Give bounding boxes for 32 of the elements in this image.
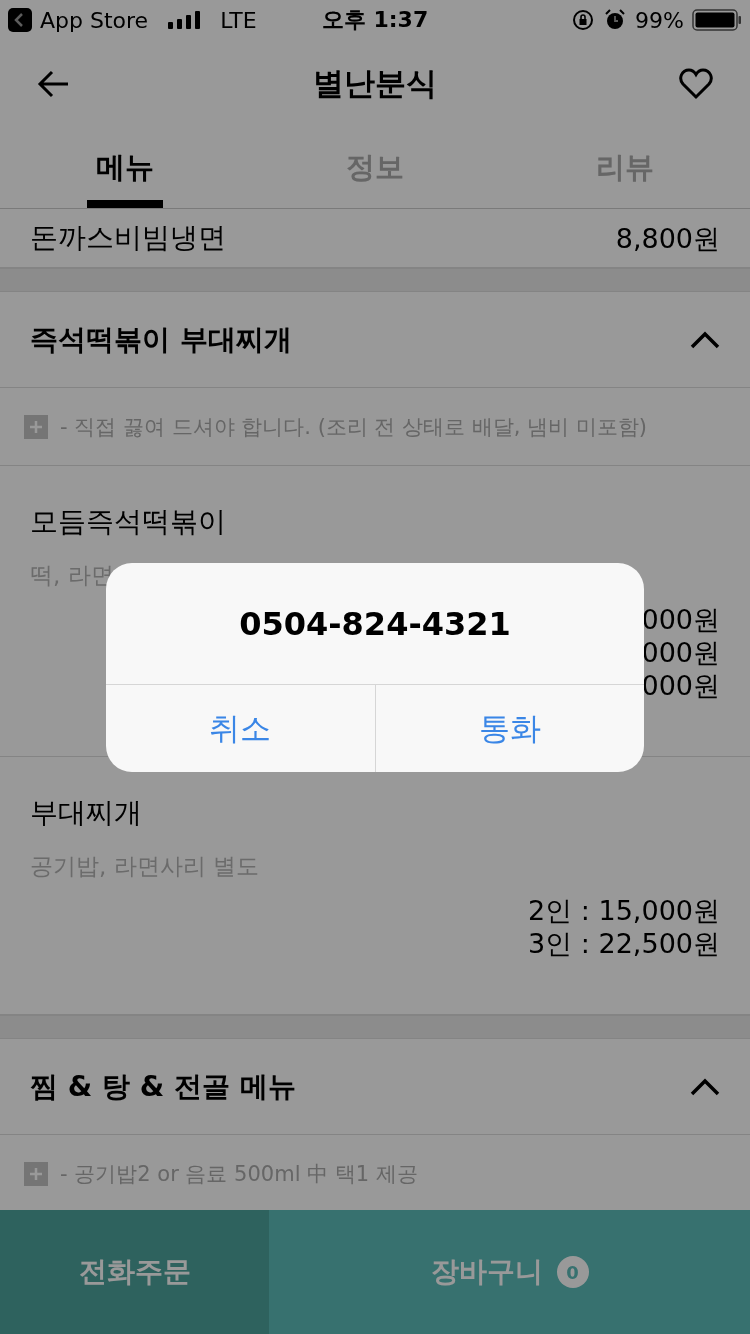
menu-item-price: 000원 bbox=[641, 669, 720, 702]
back-app-icon[interactable] bbox=[8, 8, 32, 32]
section-title: 찜 & 탕 & 전골 메뉴 bbox=[30, 1068, 296, 1105]
dialog-button[interactable]: 취소 bbox=[106, 685, 375, 772]
menu-item-price: 000원 bbox=[641, 603, 720, 636]
dialog-button[interactable]: 통화 bbox=[374, 685, 644, 772]
store-title: 별난분식 bbox=[313, 64, 437, 103]
menu-item-name[interactable]: 돈까스비빔냉면 bbox=[30, 218, 226, 258]
cart-count-badge: 0 bbox=[556, 1256, 589, 1288]
back-app-label[interactable]: App Store bbox=[40, 7, 149, 33]
chevron-up-icon[interactable] bbox=[690, 330, 720, 349]
cart-button[interactable]: 장바구니 0 bbox=[269, 1210, 750, 1334]
signal-icon bbox=[168, 11, 203, 29]
heart-icon[interactable] bbox=[678, 66, 714, 102]
menu-item-price: 3인 : 22,500원 bbox=[528, 927, 720, 960]
menu-item-name[interactable]: 부대찌개 bbox=[30, 793, 720, 833]
menu-item-price: 2인 : 15,000원 bbox=[528, 894, 720, 927]
network-label: LTE bbox=[220, 7, 257, 33]
phone-number: 0504-824-4321 bbox=[239, 604, 511, 643]
chevron-up-icon[interactable] bbox=[690, 1077, 720, 1096]
battery-icon bbox=[692, 9, 742, 31]
battery-percent: 99% bbox=[635, 7, 684, 33]
section-title: 즉석떡볶이 부대찌개 bbox=[30, 321, 292, 358]
phone-order-button[interactable]: 전화주문 bbox=[0, 1210, 269, 1334]
status-time: 오후 1:37 bbox=[321, 6, 429, 34]
plus-icon bbox=[24, 1161, 48, 1186]
menu-item-price: 8,800원 bbox=[615, 221, 720, 255]
menu-item-price: 000원 bbox=[641, 636, 720, 669]
rotation-lock-icon bbox=[571, 8, 596, 32]
plus-icon bbox=[24, 414, 48, 439]
tab[interactable]: 메뉴 bbox=[87, 128, 163, 208]
menu-item-name[interactable]: 모듬즉석떡볶이 bbox=[30, 502, 720, 542]
